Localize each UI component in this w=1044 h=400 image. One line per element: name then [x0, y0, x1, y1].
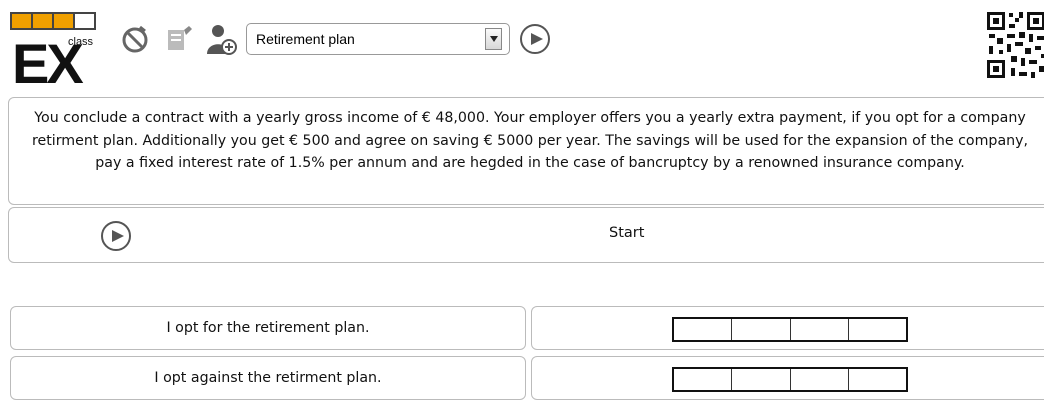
add-user-icon[interactable] — [204, 22, 238, 56]
exercise-select[interactable]: Retirement plan — [246, 23, 510, 55]
task-description: You conclude a contract with a yearly gr… — [8, 97, 1044, 205]
app-logo: EX class — [10, 12, 98, 92]
logo-class-text: class — [68, 36, 94, 48]
exercise-select-value: Retirement plan — [256, 31, 355, 47]
start-label: Start — [609, 225, 645, 241]
answer-boxes[interactable] — [672, 367, 908, 392]
answer-boxes[interactable] — [672, 317, 908, 342]
edit-icon[interactable] — [162, 22, 196, 56]
qr-code — [985, 10, 1044, 80]
option-for-retirement-plan[interactable]: I opt for the retirement plan. — [10, 306, 526, 350]
logo-progress-bar — [10, 12, 96, 30]
chevron-down-icon[interactable] — [485, 28, 502, 50]
start-play-icon[interactable] — [101, 221, 131, 251]
start-row[interactable]: Start — [8, 207, 1044, 263]
no-timer-icon[interactable] — [118, 22, 152, 56]
answer-slot-2[interactable] — [531, 356, 1044, 400]
answer-slot-1[interactable] — [531, 306, 1044, 350]
option-against-retirement-plan[interactable]: I opt against the retirment plan. — [10, 356, 526, 400]
play-icon[interactable] — [520, 24, 550, 54]
